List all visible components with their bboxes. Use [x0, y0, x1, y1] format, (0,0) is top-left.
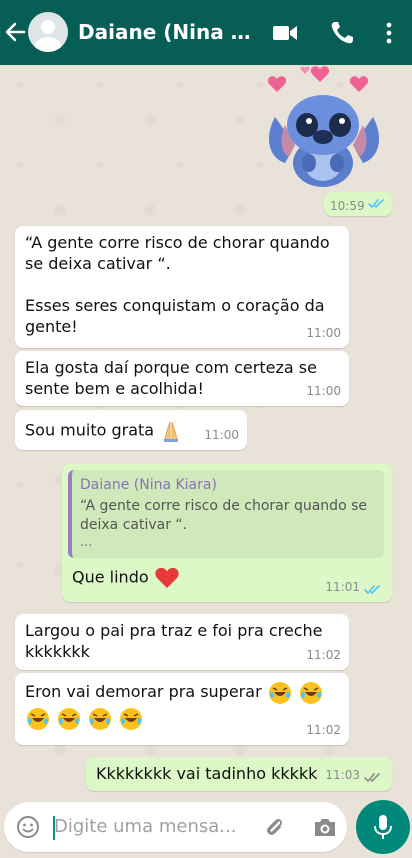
rolling-laughing-icon	[120, 708, 143, 730]
message-time: 11:02	[306, 723, 341, 737]
quoted-message[interactable]: Daiane (Nina Kiara) “A gente corre risco…	[68, 470, 384, 558]
message-text: Largou o pai pra traz e foi pra creche k…	[25, 621, 323, 661]
outgoing-message[interactable]: Daiane (Nina Kiara) “A gente corre risco…	[62, 464, 392, 602]
rolling-laughing-icon	[299, 681, 322, 704]
message-time: 10:59	[330, 199, 365, 213]
message-text: Sou muito grata	[25, 420, 155, 440]
default-avatar-icon	[35, 20, 61, 52]
sticker-message[interactable]	[265, 65, 385, 190]
outgoing-message[interactable]: Kkkkkkkk vai tadinho kkkkk 11:03	[86, 757, 392, 791]
message-body: Que lindo	[72, 566, 180, 590]
incoming-message[interactable]: Ela gosta daí porque com certeza se sent…	[15, 351, 349, 406]
composer-bar: Digite uma mensa...	[0, 800, 412, 858]
laughing-emoji-group	[25, 708, 144, 730]
message-input[interactable]: Digite uma mensa...	[4, 802, 347, 852]
chat-header: Daiane (Nina Kiar...	[0, 0, 412, 65]
sticker-timestamp-bubble: 10:59	[324, 192, 392, 216]
message-time: 11:00	[204, 428, 239, 442]
more-vert-icon[interactable]	[377, 20, 401, 46]
rolling-laughing-icon	[58, 708, 81, 730]
video-call-icon[interactable]	[272, 20, 298, 46]
incoming-message[interactable]: Eron vai demorar pra superar 11:02	[15, 673, 349, 745]
quoted-author: Daiane (Nina Kiara)	[80, 477, 217, 493]
quoted-text: “A gente corre risco de chorar quando se…	[80, 498, 367, 533]
mic-button[interactable]	[356, 800, 410, 854]
quoted-more: ...	[80, 535, 93, 550]
rolling-laughing-icon	[268, 681, 291, 704]
chat-area[interactable]: 10:59 “A gente corre risco de chorar qua…	[0, 65, 412, 800]
rolling-laughing-icon	[89, 708, 112, 730]
phone-icon[interactable]	[329, 20, 355, 46]
arrow-left-icon[interactable]	[4, 18, 26, 46]
emoji-icon[interactable]	[16, 815, 40, 839]
read-ticks-icon	[364, 585, 380, 595]
message-text: “A gente corre risco de chorar quando se…	[25, 233, 330, 336]
contact-name[interactable]: Daiane (Nina Kiar...	[78, 19, 264, 45]
rolling-laughing-icon	[27, 708, 49, 730]
message-text: Eron vai demorar pra superar	[25, 682, 262, 701]
message-time: 11:00	[306, 384, 341, 398]
message-time: 11:02	[306, 648, 341, 662]
incoming-message[interactable]: Sou muito grata 11:00	[15, 410, 247, 450]
camera-icon[interactable]	[312, 815, 338, 839]
folded-hands-icon	[164, 421, 179, 442]
avatar[interactable]	[28, 12, 68, 52]
incoming-message[interactable]: Largou o pai pra traz e foi pra creche k…	[15, 614, 349, 670]
attach-icon[interactable]	[262, 815, 286, 839]
message-time: 11:00	[306, 326, 341, 340]
read-ticks-icon	[368, 199, 384, 209]
message-text: Que lindo	[72, 567, 149, 587]
incoming-message[interactable]: “A gente corre risco de chorar quando se…	[15, 226, 349, 348]
laughing-emoji-group	[267, 681, 324, 704]
message-time: 11:01	[325, 580, 360, 594]
message-placeholder[interactable]: Digite uma mensa...	[54, 816, 236, 837]
message-body: Eron vai demorar pra superar	[25, 679, 339, 732]
message-text: Ela gosta daí porque com certeza se sent…	[25, 358, 317, 398]
message-text: Kkkkkkkk vai tadinho kkkkk	[96, 764, 318, 783]
red-heart-icon	[155, 567, 179, 588]
message-time: 11:03	[325, 768, 360, 782]
mic-icon	[374, 815, 392, 839]
stitch-hearts-sticker	[267, 66, 379, 187]
delivered-ticks-icon	[364, 773, 380, 783]
